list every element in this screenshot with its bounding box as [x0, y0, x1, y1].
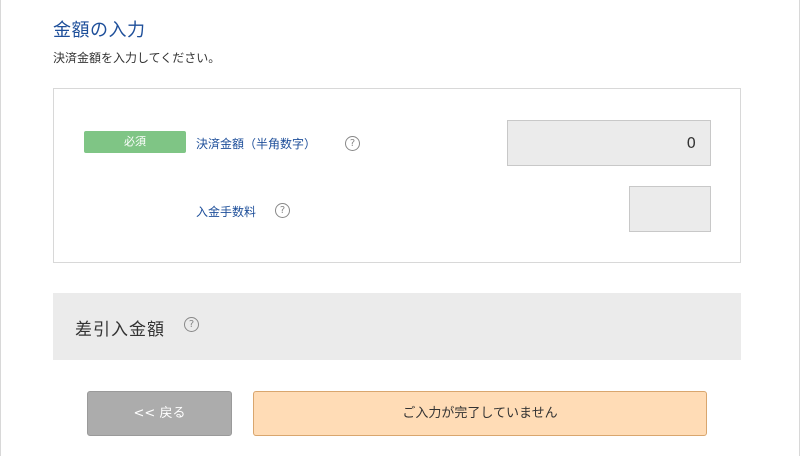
deduction-help-icon[interactable]: ?	[184, 317, 199, 332]
page-frame: 金額の入力 決済金額を入力してください。 必須 決済金額（半角数字） ? 入金手…	[0, 0, 800, 456]
payment-input-panel: 必須 決済金額（半角数字） ? 入金手数料 ?	[53, 88, 741, 263]
amount-input[interactable]	[507, 120, 711, 166]
deduction-title: 差引入金額	[75, 320, 165, 340]
amount-label: 決済金額（半角数字）	[196, 137, 317, 151]
fee-display-field	[629, 186, 711, 232]
submit-button[interactable]: ご入力が完了していません	[253, 391, 707, 436]
fee-help-icon[interactable]: ?	[275, 203, 290, 218]
section-description: 決済金額を入力してください。	[53, 51, 221, 65]
section-title: 金額の入力	[53, 20, 146, 41]
back-button[interactable]: << 戻る	[87, 391, 232, 436]
deduction-panel: 差引入金額 ?	[53, 293, 741, 360]
fee-label: 入金手数料	[196, 205, 257, 219]
required-badge: 必須	[84, 131, 186, 153]
amount-help-icon[interactable]: ?	[345, 136, 360, 151]
